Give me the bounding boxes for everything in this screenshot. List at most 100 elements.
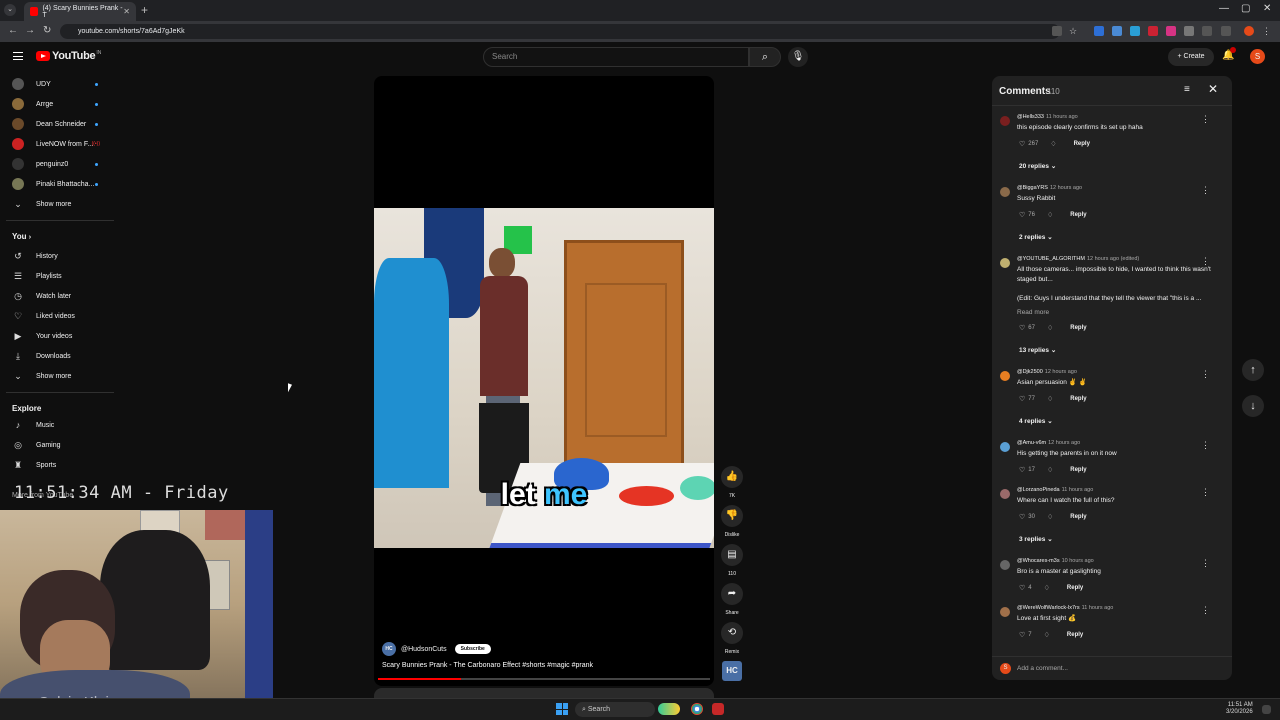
thumbs-up-icon[interactable]: ♡ [1019, 513, 1025, 521]
video-title[interactable]: Scary Bunnies Prank - The Carbonaro Effe… [382, 662, 593, 669]
extension-icon[interactable] [1148, 26, 1158, 36]
comment-author[interactable]: @Hells333 [1017, 114, 1044, 120]
thumbs-up-icon[interactable]: ♡ [1019, 324, 1025, 332]
sidebar-subscription[interactable]: UDY [0, 74, 110, 94]
commenter-avatar[interactable] [1000, 187, 1010, 197]
reply-button[interactable]: Reply [1070, 396, 1086, 402]
thumbs-up-icon[interactable]: ♡ [1019, 631, 1025, 639]
video-progress-bar[interactable] [378, 678, 710, 680]
sidebar-item-gaming[interactable]: ◎ Gaming [0, 435, 110, 455]
window-close-button[interactable]: ✕ [1263, 3, 1271, 14]
remix-button[interactable]: ⟲ Remix [720, 622, 744, 655]
minimize-button[interactable]: — [1219, 3, 1229, 14]
view-replies-button[interactable]: 3 replies ⌄ [1019, 535, 1053, 543]
show-more-subscriptions[interactable]: ⌄ Show more [0, 194, 110, 214]
comment-author[interactable]: @LorzanoPineda [1017, 487, 1060, 493]
commenter-avatar[interactable] [1000, 560, 1010, 570]
commenter-avatar[interactable] [1000, 607, 1010, 617]
downloads-icon[interactable] [1221, 26, 1231, 36]
sidebar-item-liked-videos[interactable]: ♡ Liked videos [0, 306, 110, 326]
cast-icon[interactable] [1052, 26, 1062, 36]
thumbs-down-icon[interactable]: ♢ [1047, 513, 1053, 521]
tab-search-button[interactable]: ⌄ [4, 4, 16, 16]
comment-author[interactable]: @BiggaYRS [1017, 185, 1048, 191]
extension-icon[interactable] [1094, 26, 1104, 36]
subscribe-button[interactable]: Subscribe [454, 644, 491, 654]
taskbar-search[interactable]: ⌕ Search [575, 702, 655, 717]
reply-button[interactable]: Reply [1067, 632, 1083, 638]
view-replies-button[interactable]: 13 replies ⌄ [1019, 346, 1056, 354]
sidebar-subscription[interactable]: Dean Schneider [0, 114, 110, 134]
sidebar-subscription[interactable]: Arrge [0, 94, 110, 114]
thumbs-down-icon[interactable]: ♢ [1044, 631, 1050, 639]
thumbs-down-icon[interactable]: ♢ [1047, 395, 1053, 403]
sidebar-item-sports[interactable]: ♜ Sports [0, 455, 110, 475]
menu-kebab-icon[interactable]: ⋮ [1262, 26, 1272, 36]
create-button[interactable]: + Create [1168, 48, 1214, 66]
show-more-you[interactable]: ⌄ Show more [0, 366, 110, 386]
channel-name[interactable]: @HudsonCuts [401, 646, 447, 653]
commenter-avatar[interactable] [1000, 371, 1010, 381]
bookmark-star-icon[interactable]: ☆ [1069, 26, 1079, 36]
dislike-button[interactable]: 👎 Dislike [720, 505, 744, 538]
thumbs-down-icon[interactable]: ♢ [1047, 324, 1053, 332]
sidebar-subscription[interactable]: penguinz0 [0, 154, 110, 174]
tab-close-icon[interactable]: ✕ [123, 7, 130, 16]
thumbs-up-icon[interactable]: ♡ [1019, 466, 1025, 474]
read-more-link[interactable]: Read more [1017, 309, 1049, 316]
sidebar-item-history[interactable]: ↺ History [0, 246, 110, 266]
maximize-button[interactable]: ▢ [1241, 3, 1250, 14]
taskbar-clock[interactable]: 11:51 AM 3/20/2026 [1226, 702, 1253, 716]
view-replies-button[interactable]: 2 replies ⌄ [1019, 233, 1053, 241]
view-replies-button[interactable]: 4 replies ⌄ [1019, 417, 1053, 425]
sound-channel-thumbnail[interactable]: HC [722, 661, 742, 681]
reply-button[interactable]: Reply [1070, 325, 1086, 331]
thumbs-up-icon[interactable]: ♡ [1019, 584, 1025, 592]
sidebar-icon[interactable] [1202, 26, 1212, 36]
chrome-icon[interactable] [691, 703, 703, 715]
recording-app-icon[interactable] [712, 703, 724, 715]
reply-button[interactable]: Reply [1070, 514, 1086, 520]
comments-button[interactable]: ▤ 110 [720, 544, 744, 577]
reply-button[interactable]: Reply [1074, 141, 1090, 147]
add-comment-input[interactable]: Add a comment... [1017, 665, 1068, 672]
sidebar-item-music[interactable]: ♪ Music [0, 415, 110, 435]
comment-author[interactable]: @YOUTUBE_ALGORITHM [1017, 256, 1085, 262]
commenter-avatar[interactable] [1000, 116, 1010, 126]
thumbs-up-icon[interactable]: ♡ [1019, 395, 1025, 403]
widgets-icon[interactable] [658, 703, 680, 715]
new-tab-button[interactable]: + [141, 3, 148, 17]
back-button[interactable]: ← [8, 25, 18, 36]
extension-icon[interactable] [1130, 26, 1140, 36]
previous-short-button[interactable]: ↑ [1242, 359, 1264, 381]
comment-author[interactable]: @Whocares-m3s [1017, 558, 1060, 564]
thumbs-up-icon[interactable]: ♡ [1019, 140, 1025, 148]
channel-avatar[interactable]: HC [382, 642, 396, 656]
search-button[interactable]: ⌕ [749, 47, 781, 67]
sidebar-item-downloads[interactable]: ⤓ Downloads [0, 346, 110, 366]
thumbs-down-icon[interactable]: ♢ [1044, 584, 1050, 592]
reply-button[interactable]: Reply [1070, 467, 1086, 473]
thumbs-up-icon[interactable]: ♡ [1019, 211, 1025, 219]
commenter-avatar[interactable] [1000, 258, 1010, 268]
hamburger-menu-icon[interactable] [13, 52, 23, 60]
forward-button[interactable]: → [25, 25, 35, 36]
shorts-player[interactable]: let me HC @HudsonCuts Subscribe Scary Bu… [374, 76, 714, 686]
browser-tab[interactable]: (4) Scary Bunnies Prank - T ✕ [24, 2, 136, 21]
reload-button[interactable]: ↻ [43, 25, 51, 36]
extensions-puzzle-icon[interactable] [1184, 26, 1194, 36]
commenter-avatar[interactable] [1000, 442, 1010, 452]
sidebar-item-watch-later[interactable]: ◷ Watch later [0, 286, 110, 306]
commenter-avatar[interactable] [1000, 489, 1010, 499]
windows-start-icon[interactable] [556, 703, 568, 715]
share-button[interactable]: ➦ Share [720, 583, 744, 616]
you-heading[interactable]: You › [12, 232, 31, 241]
sort-icon[interactable]: ≡ [1184, 84, 1190, 95]
comment-author[interactable]: @Amu-v6m [1017, 440, 1046, 446]
youtube-logo[interactable]: YouTube IN [36, 50, 101, 62]
comment-author[interactable]: @Djk2500 [1017, 369, 1043, 375]
extension-icon[interactable] [1166, 26, 1176, 36]
comment-author[interactable]: @WereWolfWarlock-lx7rs [1017, 605, 1080, 611]
sidebar-item-playlists[interactable]: ☰ Playlists [0, 266, 110, 286]
voice-search-button[interactable]: 🎙 [788, 47, 808, 67]
